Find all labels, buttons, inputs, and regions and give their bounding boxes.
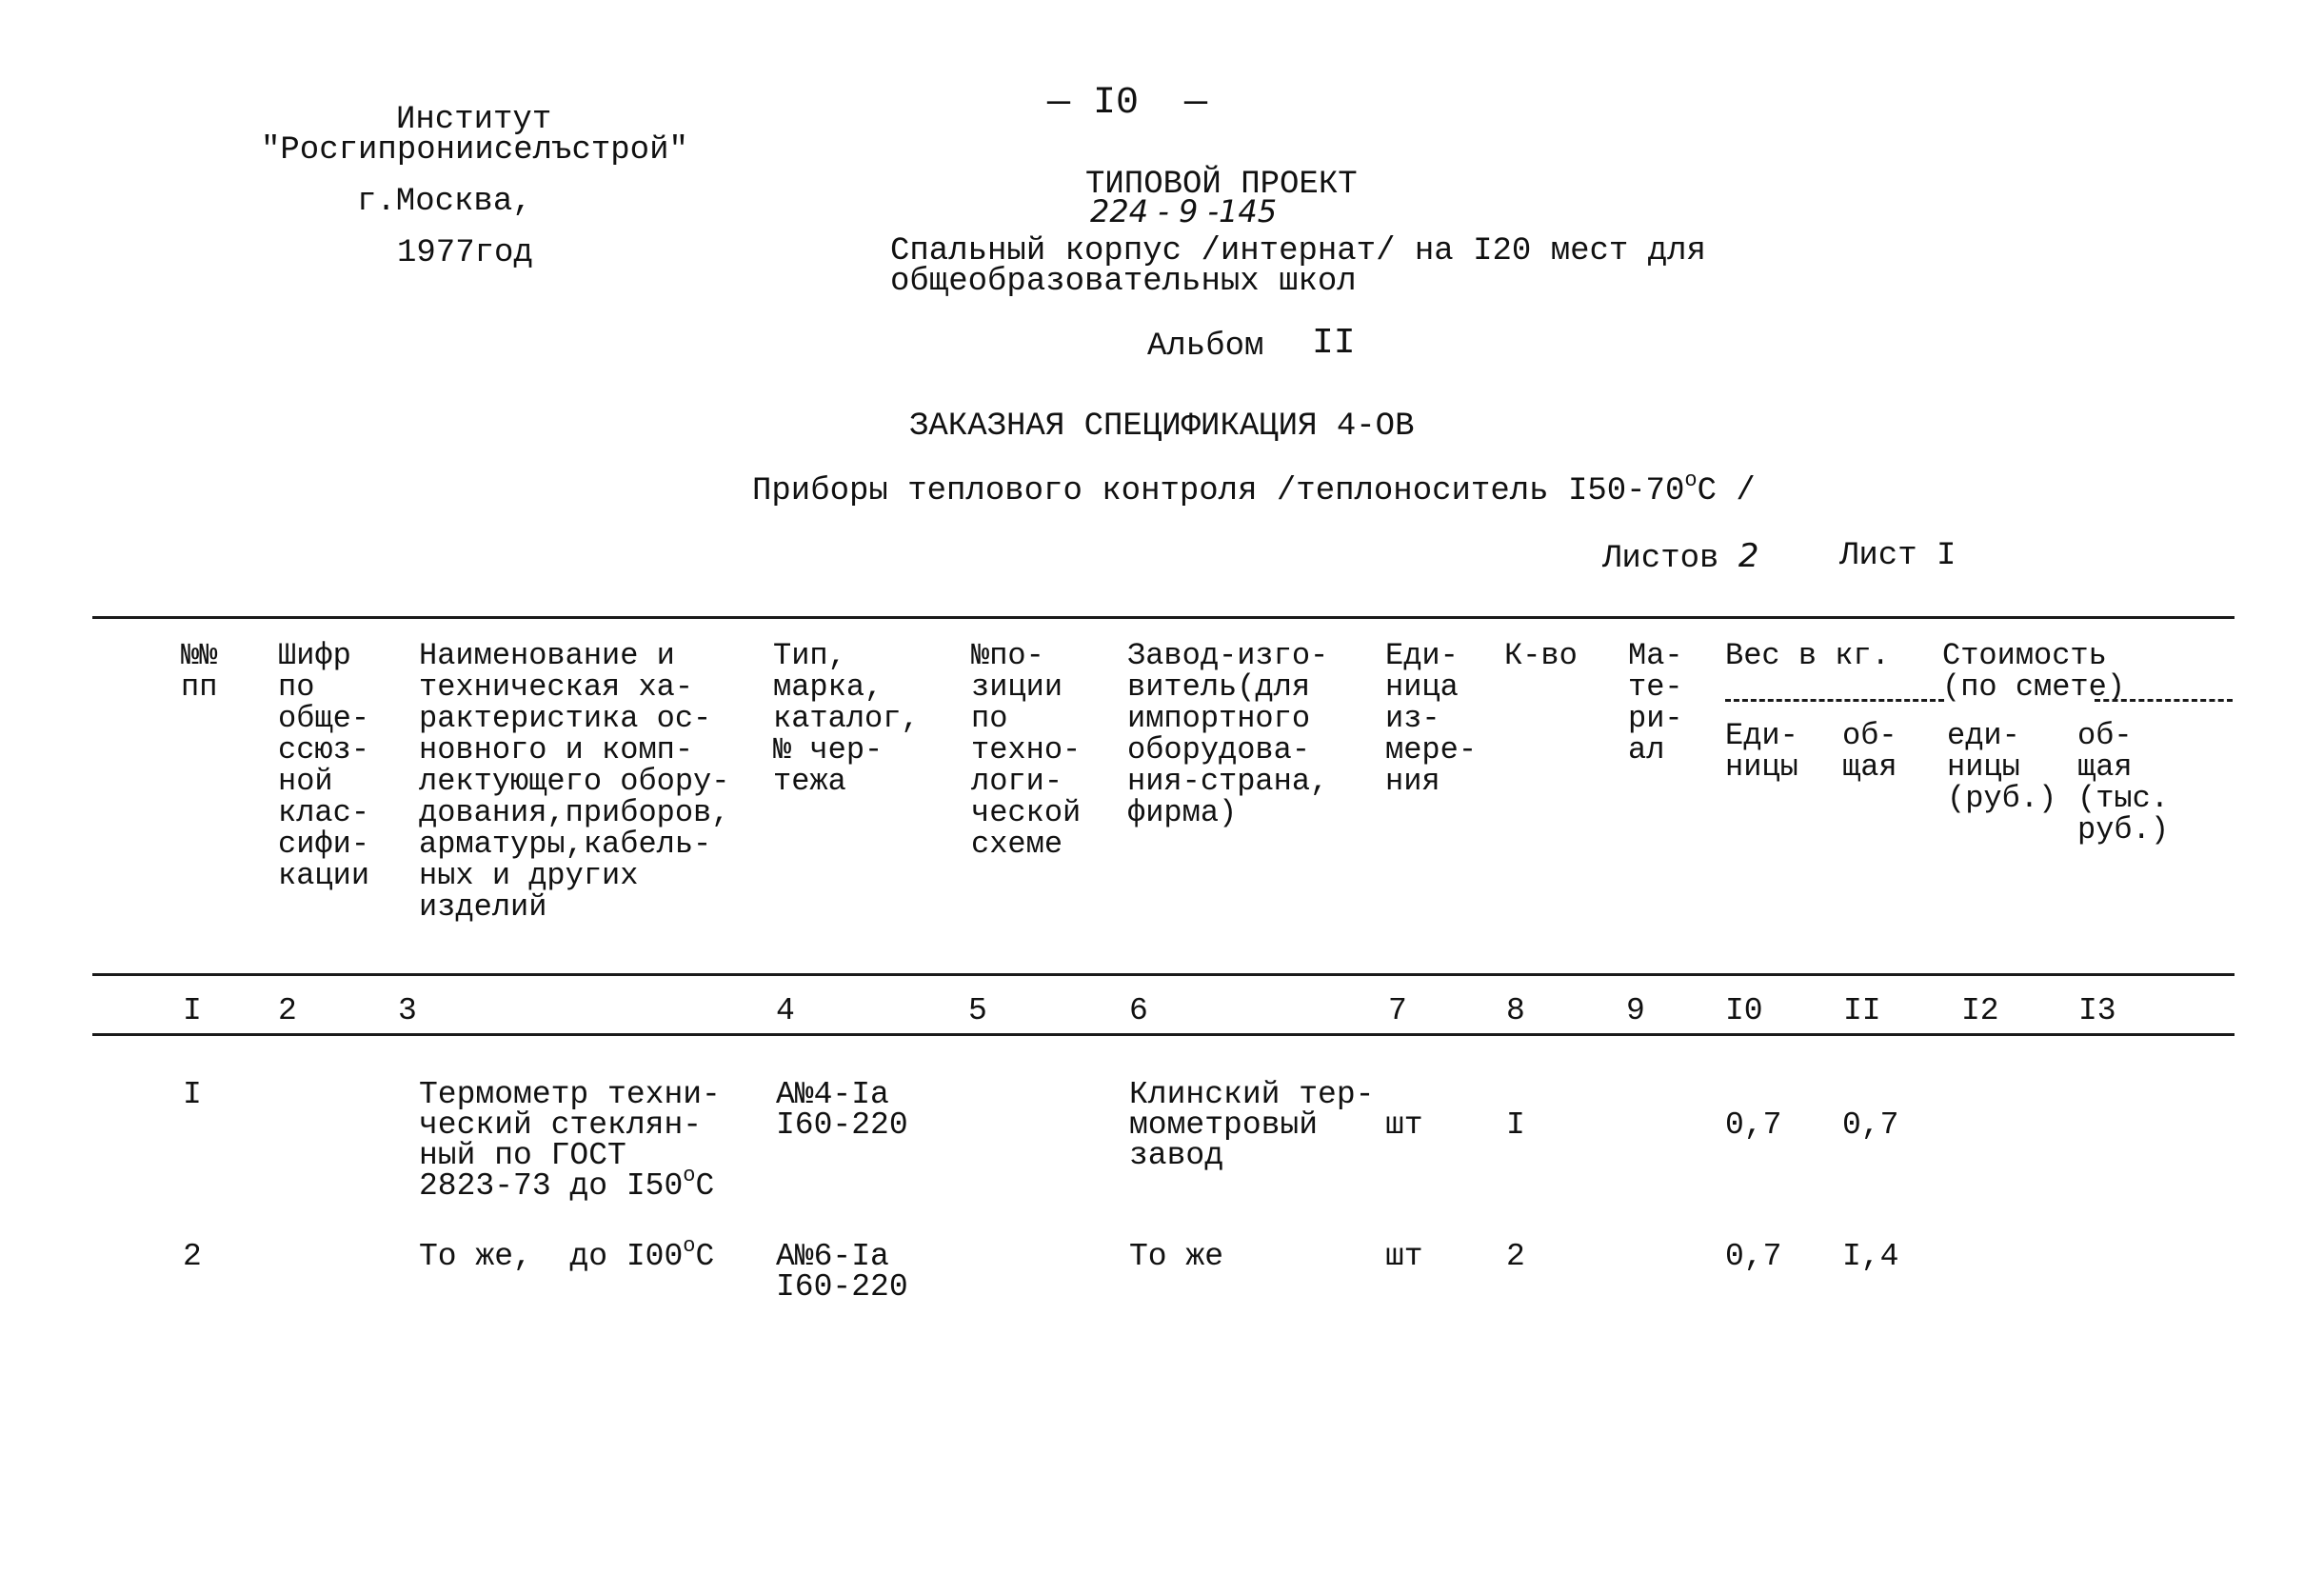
header-weight: Вес в кг. [1725,638,1890,673]
page-number: — I0 — [1047,82,1208,125]
spec-title: ЗАКАЗНАЯ СПЕЦИФИКАЦИЯ 4-ОВ [909,409,1415,445]
item-name-line: 2823-73 до I50 [419,1168,684,1204]
item-type: А№6-Iа I60-220 [776,1239,908,1305]
degree-symbol: о [683,1164,696,1187]
item-quantity: 2 [1506,1239,1525,1274]
table-numbers-rule [92,1033,2235,1036]
item-manufacturer: Клинский тер- мометровый завод [1129,1077,1375,1173]
spec-subtitle-tail: С / [1697,473,1756,509]
item-weight-total: 0,7 [1842,1107,1899,1143]
header-dashed-divider-left [1725,699,1944,702]
table-header-rule [92,973,2235,976]
project-code: 224 - 9 -145 [1090,193,1278,229]
degree-symbol: о [1684,469,1698,492]
item-name-text: То же, до I00 [419,1239,684,1274]
album-label: Альбом [1147,329,1264,365]
column-number: 3 [398,993,417,1028]
item-name-tail: С [695,1168,715,1204]
header-material: Ма- те- ри- ал [1628,638,1683,768]
header-type: Тип, марка, каталог, № чер- тежа [773,638,920,799]
header-unit: Еди- ница из- мере- ния [1385,638,1478,799]
header-weight-unit: Еди- ницы [1725,718,1798,785]
sheets-total: 2 [1738,537,1759,575]
column-number: 2 [278,993,297,1028]
header-row-number: №№ пп [181,638,218,705]
item-type: А№4-Iа I60-220 [776,1077,908,1143]
header-dashed-divider-right [2095,699,2233,702]
column-number: I [183,993,202,1028]
project-description-line2: общеобразовательных школ [890,264,1357,300]
column-number: 9 [1626,993,1645,1028]
header-cost-total: об- щая (тыс. руб.) [2077,718,2170,847]
column-number: II [1843,993,1881,1028]
header-name: Наименование и техническая ха- рактерист… [419,638,730,925]
column-number: 4 [776,993,795,1028]
item-name-tail: С [695,1239,715,1274]
spec-subtitle-text: Приборы теплового контроля /теплоносител… [752,473,1685,509]
row-number: 2 [183,1239,202,1274]
institute-name: "Росгипронииселъстрой" [261,132,688,169]
column-number: I2 [1961,993,1999,1028]
sheet-number: I [1937,538,1957,574]
header-cost-unit: еди- ницы (руб.) [1947,718,2057,816]
row-number: I [183,1077,202,1112]
album-number: II [1312,323,1356,364]
column-number: 8 [1506,993,1525,1028]
column-number: 6 [1129,993,1148,1028]
item-manufacturer: То же [1129,1239,1224,1274]
item-name: Термометр техни- ческий стеклян- ный по … [419,1079,721,1204]
header-classification-code: Шифр по обще- ссюз- ной клас- сифи- каци… [278,638,370,893]
item-unit: шт [1385,1239,1423,1274]
institute-year: 1977год [397,235,533,271]
spec-subtitle: Приборы теплового контроля /теплоносител… [752,470,1756,509]
sheets-label: Листов [1602,541,1719,577]
item-weight-unit: 0,7 [1725,1107,1782,1143]
column-number: 5 [968,993,987,1028]
column-number: I0 [1725,993,1763,1028]
item-unit: шт [1385,1107,1423,1143]
item-quantity: I [1506,1107,1525,1143]
degree-symbol: о [683,1234,696,1258]
item-weight-total: I,4 [1842,1239,1899,1274]
column-number: 7 [1388,993,1407,1028]
header-quantity: К-во [1504,638,1578,673]
sheets-info: Листов 2 [1602,540,1758,577]
item-name: То же, до I00оС [419,1236,715,1274]
header-manufacturer: Завод-изго- витель(для импортного оборуд… [1127,638,1329,830]
sheet-info: Лист I [1839,538,1957,574]
header-weight-total: об- щая [1842,718,1897,785]
header-position: №по- зиции по техно- логи- ческой схеме [971,638,1082,862]
column-number: I3 [2078,993,2116,1028]
item-weight-unit: 0,7 [1725,1239,1782,1274]
table-top-rule [92,616,2235,619]
header-cost: Стоимость (по смете) [1942,638,2126,705]
sheet-label: Лист [1839,538,1917,574]
institute-city: г.Москва, [357,184,532,220]
